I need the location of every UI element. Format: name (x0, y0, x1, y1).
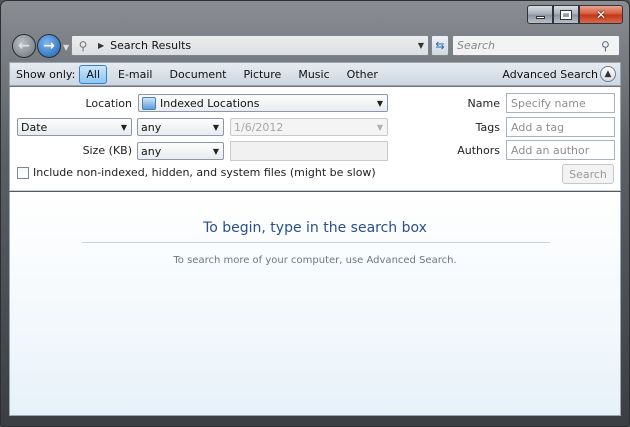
dropdown-arrow-icon: ▼ (212, 146, 220, 156)
address-dropdown-icon[interactable]: ▼ (414, 41, 428, 50)
back-arrow-icon: ← (18, 38, 30, 54)
date-type-value: Date (21, 120, 48, 134)
tags-field[interactable] (506, 117, 615, 137)
search-icon[interactable]: ⚲ (601, 39, 619, 53)
dropdown-arrow-icon: ▼ (212, 122, 220, 132)
include-nonindexed-option[interactable]: Include non-indexed, hidden, and system … (17, 166, 376, 179)
maximize-icon (560, 9, 572, 20)
filter-all[interactable]: All (79, 64, 107, 84)
tags-label: Tags (475, 121, 500, 134)
location-value: Indexed Locations (160, 96, 260, 110)
search-folder-icon: ⚲ (78, 38, 88, 53)
collapse-advanced-button[interactable]: ▲ (600, 66, 616, 82)
size-label: Size (KB) (82, 144, 132, 157)
name-field[interactable] (506, 93, 615, 113)
explorer-window: ✕ ← → ▼ ⚲ ▶ Search Results ▼ ⇆ ⚲ Show on… (0, 0, 630, 427)
authors-field[interactable] (506, 140, 615, 160)
close-button[interactable]: ✕ (579, 5, 623, 24)
advanced-search-panel: Location Indexed Locations ▼ Date ▼ any … (9, 87, 621, 191)
forward-button[interactable]: → (37, 34, 61, 58)
address-bar[interactable]: ⚲ ▶ Search Results ▼ (71, 35, 429, 56)
back-button[interactable]: ← (12, 34, 36, 58)
size-field[interactable] (230, 141, 388, 161)
authors-input[interactable] (511, 143, 614, 157)
caption-buttons: ✕ (527, 5, 623, 25)
filter-bar: Show only: All E-mail Document Picture M… (9, 62, 621, 86)
include-nonindexed-label[interactable]: Include non-indexed, hidden, and system … (33, 166, 376, 179)
close-icon: ✕ (595, 7, 607, 22)
filter-document[interactable]: Document (164, 66, 233, 83)
show-only-label: Show only: (16, 67, 76, 81)
dropdown-arrow-icon: ▼ (376, 122, 384, 132)
include-nonindexed-checkbox[interactable] (17, 166, 29, 179)
filter-picture[interactable]: Picture (238, 66, 288, 83)
results-pane: To begin, type in the search box To sear… (9, 192, 621, 416)
size-comparator-value: any (141, 144, 162, 158)
filter-other[interactable]: Other (341, 66, 384, 83)
minimize-icon (535, 16, 545, 19)
date-comparator-dropdown[interactable]: any ▼ (137, 118, 224, 136)
name-input[interactable] (511, 96, 614, 110)
filter-email[interactable]: E-mail (112, 66, 159, 83)
empty-state-headline: To begin, type in the search box (203, 220, 427, 236)
maximize-button[interactable] (553, 5, 579, 24)
location-label: Location (85, 97, 132, 110)
breadcrumb-chevron-icon[interactable]: ▶ (98, 41, 104, 50)
advanced-search-link[interactable]: Advanced Search (502, 68, 598, 81)
date-value: 1/6/2012 (234, 120, 284, 134)
chevron-up-icon: ▲ (604, 69, 612, 79)
search-input[interactable] (457, 39, 601, 52)
name-label: Name (467, 97, 500, 110)
search-box[interactable]: ⚲ (452, 35, 620, 56)
date-type-dropdown[interactable]: Date ▼ (17, 118, 132, 136)
divider (82, 242, 550, 243)
indexed-locations-icon (142, 96, 156, 110)
dropdown-arrow-icon: ▼ (376, 98, 384, 108)
breadcrumb-search-results[interactable]: Search Results (110, 39, 414, 52)
dropdown-arrow-icon: ▼ (120, 122, 128, 132)
tags-input[interactable] (511, 120, 614, 134)
recent-pages-dropdown[interactable]: ▼ (63, 43, 69, 52)
authors-label: Authors (457, 144, 500, 157)
filter-music[interactable]: Music (292, 66, 335, 83)
search-button[interactable]: Search (562, 164, 614, 184)
forward-arrow-icon: → (43, 38, 55, 54)
empty-state-hint: To search more of your computer, use Adv… (173, 255, 457, 266)
refresh-button[interactable]: ⇆ (431, 35, 449, 56)
location-dropdown[interactable]: Indexed Locations ▼ (138, 94, 388, 112)
date-comparator-value: any (141, 120, 162, 134)
refresh-icon: ⇆ (435, 39, 445, 52)
size-comparator-dropdown[interactable]: any ▼ (137, 142, 224, 160)
date-picker[interactable]: 1/6/2012 ▼ (230, 118, 388, 136)
minimize-button[interactable] (527, 5, 553, 24)
